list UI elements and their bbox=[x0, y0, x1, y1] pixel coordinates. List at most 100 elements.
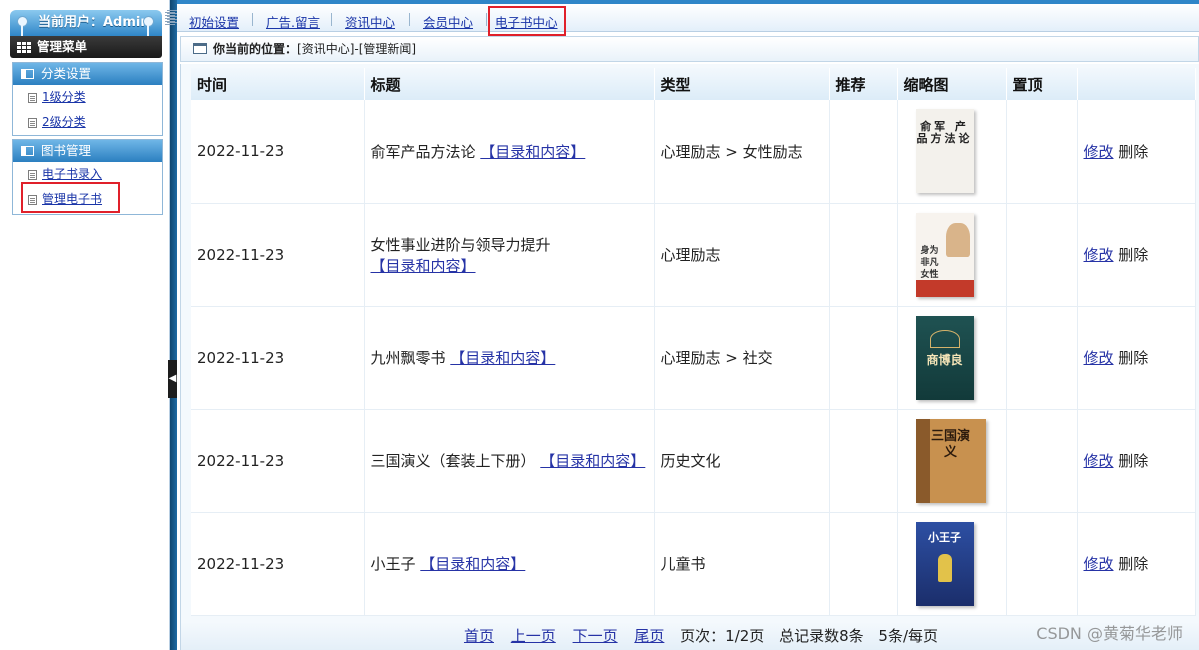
sidebar-link-level1-category[interactable]: 1级分类 bbox=[42, 90, 86, 104]
delete-link[interactable]: 删除 bbox=[1118, 349, 1148, 367]
cell-pin-top bbox=[1006, 203, 1078, 307]
book-cover-image[interactable]: 小王子 bbox=[915, 521, 974, 606]
edit-link[interactable]: 修改 bbox=[1084, 452, 1114, 470]
page-info: 页次：1/2页 bbox=[680, 627, 765, 645]
cell-actions: 修改 删除 bbox=[1077, 409, 1196, 513]
ebook-table: 时间 标题 类型 推荐 缩略图 置顶 2022-11-23 俞军产品方法论 【目… bbox=[191, 68, 1196, 616]
group-title[interactable]: 分类设置 bbox=[13, 63, 162, 85]
table-row: 2022-11-23 小王子 【目录和内容】 儿童书 小王子 修改 删除 bbox=[191, 512, 1196, 616]
document-icon bbox=[28, 93, 37, 103]
cover-illustration bbox=[945, 222, 970, 257]
cell-type: 历史文化 bbox=[654, 409, 830, 513]
watermark: CSDN @黄菊华老师 bbox=[1036, 624, 1183, 643]
cell-title: 九州飘零书 【目录和内容】 bbox=[364, 306, 655, 410]
cell-pin-top bbox=[1006, 409, 1078, 513]
menu-title: 管理菜单 bbox=[37, 39, 88, 54]
nav-divider bbox=[252, 13, 253, 26]
edit-link[interactable]: 修改 bbox=[1084, 349, 1114, 367]
cover-text: 身为 非凡女性 bbox=[920, 245, 939, 280]
contents-link[interactable]: 【目录和内容】 bbox=[450, 349, 555, 367]
cell-actions: 修改 删除 bbox=[1077, 306, 1196, 410]
group-title[interactable]: 图书管理 bbox=[13, 140, 162, 162]
table-row: 2022-11-23 三国演义（套装上下册） 【目录和内容】 历史文化 三国演义… bbox=[191, 409, 1196, 513]
nav-member-center[interactable]: 会员中心 bbox=[423, 12, 473, 31]
contents-link[interactable]: 【目录和内容】 bbox=[480, 143, 585, 161]
column-header-actions bbox=[1077, 68, 1196, 100]
last-page-link[interactable]: 尾页 bbox=[634, 627, 664, 645]
grid-icon bbox=[17, 42, 31, 53]
cover-text: 三国演义 bbox=[930, 428, 970, 460]
cover-text: 小王子 bbox=[928, 530, 961, 544]
column-header-pin-top: 置顶 bbox=[1006, 68, 1078, 100]
first-page-link[interactable]: 首页 bbox=[464, 627, 494, 645]
group-category-settings: 分类设置 1级分类 2级分类 bbox=[12, 62, 163, 136]
cell-thumbnail: 商博良 bbox=[897, 306, 1007, 410]
document-icon bbox=[28, 118, 37, 128]
contents-link[interactable]: 【目录和内容】 bbox=[540, 452, 645, 470]
per-page-info: 5条/每页 bbox=[878, 627, 939, 645]
column-header-thumbnail: 缩略图 bbox=[897, 68, 1007, 100]
book-cover-image[interactable]: 商博良 bbox=[915, 315, 974, 400]
book-cover-image[interactable]: 俞军 产品方法论 bbox=[915, 109, 974, 194]
sidebar-link-ebook-entry[interactable]: 电子书录入 bbox=[42, 167, 102, 181]
prev-page-link[interactable]: 上一页 bbox=[511, 627, 556, 645]
book-title: 小王子 bbox=[370, 555, 416, 573]
sidebar-item-level2-category[interactable]: 2级分类 bbox=[13, 110, 162, 135]
next-page-link[interactable]: 下一页 bbox=[573, 627, 618, 645]
edit-link[interactable]: 修改 bbox=[1084, 246, 1114, 264]
book-cover-image[interactable]: 三国演义 bbox=[915, 418, 986, 503]
cell-title: 三国演义（套装上下册） 【目录和内容】 bbox=[364, 409, 655, 513]
cell-type: 儿童书 bbox=[654, 512, 830, 616]
nav-initial-settings[interactable]: 初始设置 bbox=[189, 12, 239, 31]
sidebar-link-level2-category[interactable]: 2级分类 bbox=[42, 115, 86, 129]
delete-link[interactable]: 删除 bbox=[1118, 246, 1148, 264]
sidebar-item-level1-category[interactable]: 1级分类 bbox=[13, 85, 162, 110]
sidebar-edge bbox=[170, 0, 177, 650]
cell-recommend bbox=[829, 100, 898, 204]
breadcrumb: 你当前的位置：[资讯中心]-[管理新闻] bbox=[180, 36, 1199, 62]
table-row: 2022-11-23 九州飘零书 【目录和内容】 心理励志 > 社交 商博良 修… bbox=[191, 306, 1196, 410]
cell-title: 俞军产品方法论 【目录和内容】 bbox=[364, 100, 655, 204]
edit-link[interactable]: 修改 bbox=[1084, 555, 1114, 573]
nav-ads-messages[interactable]: 广告.留言 bbox=[266, 12, 320, 31]
book-title: 九州飘零书 bbox=[370, 349, 446, 367]
book-title: 俞军产品方法论 bbox=[370, 142, 476, 161]
nav-divider bbox=[486, 13, 487, 26]
contents-link[interactable]: 【目录和内容】 bbox=[420, 555, 525, 573]
cell-recommend bbox=[829, 512, 898, 616]
total-records: 总记录数8条 bbox=[779, 627, 864, 645]
column-header-type: 类型 bbox=[654, 68, 830, 100]
cover-illustration bbox=[937, 553, 952, 582]
nav-divider bbox=[331, 13, 332, 26]
edit-link[interactable]: 修改 bbox=[1084, 143, 1114, 161]
cell-date: 2022-11-23 bbox=[191, 512, 365, 616]
delete-link[interactable]: 删除 bbox=[1118, 143, 1148, 161]
column-header-title: 标题 bbox=[364, 68, 655, 100]
pin-icon bbox=[16, 16, 28, 36]
table-row: 2022-11-23 女性事业进阶与领导力提升 【目录和内容】 心理励志 身为 … bbox=[191, 203, 1196, 307]
highlight-box bbox=[488, 6, 566, 36]
cover-text: 俞军 产品方法论 bbox=[916, 120, 973, 146]
column-header-time: 时间 bbox=[191, 68, 365, 100]
cell-date: 2022-11-23 bbox=[191, 306, 365, 410]
cell-thumbnail: 三国演义 bbox=[897, 409, 1007, 513]
delete-link[interactable]: 删除 bbox=[1118, 452, 1148, 470]
cell-recommend bbox=[829, 306, 898, 410]
column-header-recommend: 推荐 bbox=[829, 68, 898, 100]
cell-actions: 修改 删除 bbox=[1077, 512, 1196, 616]
breadcrumb-path: [资讯中心]-[管理新闻] bbox=[297, 42, 417, 56]
contents-link[interactable]: 【目录和内容】 bbox=[371, 257, 476, 275]
current-user-label: 当前用户：Admin bbox=[38, 15, 150, 30]
group-title-label: 分类设置 bbox=[41, 66, 92, 81]
cell-type: 心理励志 bbox=[654, 203, 830, 307]
cell-pin-top bbox=[1006, 512, 1078, 616]
collapse-sidebar-handle[interactable]: ◀ bbox=[168, 360, 177, 398]
book-cover-image[interactable]: 身为 非凡女性 bbox=[915, 212, 974, 297]
nav-divider bbox=[409, 13, 410, 26]
breadcrumb-label: 你当前的位置： bbox=[213, 42, 298, 56]
menu-header: 管理菜单 bbox=[10, 36, 162, 58]
nav-news-center[interactable]: 资讯中心 bbox=[345, 12, 395, 31]
grip-icon bbox=[165, 12, 175, 26]
table-row: 2022-11-23 俞军产品方法论 【目录和内容】 心理励志 > 女性励志 俞… bbox=[191, 100, 1196, 204]
delete-link[interactable]: 删除 bbox=[1118, 555, 1148, 573]
